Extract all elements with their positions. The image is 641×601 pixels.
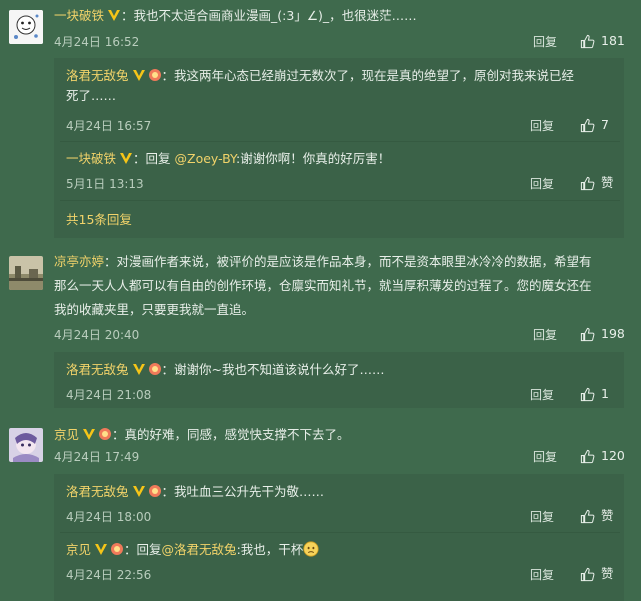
like-count: 198 (601, 326, 625, 341)
thumbs-up-icon (580, 34, 595, 49)
reply-button[interactable]: 回复 (530, 567, 554, 583)
vip-v-icon (132, 68, 146, 82)
timestamp: 4月24日 21:08 (66, 388, 152, 402)
reply-text: 谢谢你~我也不知道该说什么好了…… (174, 362, 385, 377)
fan-badge-icon (148, 68, 162, 82)
thumbs-up-icon (580, 118, 595, 133)
like-button[interactable]: 赞 (580, 508, 614, 524)
username[interactable]: 京见 (54, 427, 79, 442)
like-count: 1 (601, 386, 609, 401)
vip-v-icon (132, 484, 146, 498)
timestamp: 4月24日 22:56 (66, 568, 152, 582)
comment-body: 京见 ：真的好难，同感，感觉快支撑不下去了。 (54, 427, 350, 442)
reply-text-continued: 死了…… (66, 88, 117, 103)
thumbs-up-icon (580, 449, 595, 464)
timestamp: 4月24日 16:57 (66, 119, 152, 133)
comment-text-continued: 我的收藏夹里，只要更我就一直追。 (54, 302, 255, 317)
reply-button[interactable]: 回复 (533, 34, 557, 50)
comment-body: 一块破铁 ：我也不太适合画商业漫画_(:3」∠)_，也很迷茫…… (54, 8, 417, 23)
mention-link[interactable]: @洛君无敌兔 (162, 542, 237, 557)
like-count: 7 (601, 117, 609, 132)
username[interactable]: 洛君无敌兔 (66, 68, 129, 83)
like-label: 赞 (601, 566, 614, 581)
timestamp: 4月24日 18:00 (66, 510, 152, 524)
reply-button[interactable]: 回复 (530, 387, 554, 403)
username[interactable]: 洛君无敌兔 (66, 484, 129, 499)
sad-face-emoji (303, 541, 319, 557)
like-button[interactable]: 赞 (580, 175, 614, 191)
like-count: 181 (601, 33, 625, 48)
reply-button[interactable]: 回复 (530, 509, 554, 525)
timestamp: 5月1日 13:13 (66, 177, 144, 191)
avatar[interactable] (9, 10, 43, 44)
username[interactable]: 一块破铁 (54, 8, 104, 23)
avatar[interactable] (9, 256, 43, 290)
reply-body: 京见 ：回复@洛君无敌兔:我也，干杯 (66, 540, 319, 560)
reply-text: :我也，干杯 (236, 542, 304, 557)
reply-button[interactable]: 回复 (530, 118, 554, 134)
avatar[interactable] (9, 428, 43, 462)
comment-body: 凉亭亦婷：对漫画作者来说，被评价的是应该是作品本身，而不是资本眼里冰冷冷的数据，… (54, 254, 592, 269)
username[interactable]: 京见 (66, 542, 91, 557)
comment-text: 对漫画作者来说，被评价的是应该是作品本身，而不是资本眼里冰冷冷的数据，希望有 (116, 254, 592, 269)
vip-v-icon (119, 151, 133, 165)
thumbs-up-icon (580, 567, 595, 582)
fan-badge-icon (98, 427, 112, 441)
reply-text: 我这两年心态已经崩过无数次了，现在是真的绝望了，原创对我来说已经 (174, 68, 575, 83)
like-button[interactable]: 1 (580, 386, 609, 402)
like-button[interactable]: 181 (580, 33, 625, 49)
username[interactable]: 凉亭亦婷 (54, 254, 104, 269)
like-button[interactable]: 赞 (580, 566, 614, 582)
reply-body: 一块破铁 ：回复 @Zoey-BY:谢谢你啊！你真的好厉害！ (66, 151, 391, 166)
reply-button[interactable]: 回复 (533, 327, 557, 343)
fan-badge-icon (110, 542, 124, 556)
timestamp: 4月24日 17:49 (54, 450, 140, 464)
divider (60, 200, 620, 201)
divider (60, 532, 620, 533)
username[interactable]: 洛君无敌兔 (66, 362, 129, 377)
thumbs-up-icon (580, 327, 595, 342)
like-button[interactable]: 120 (580, 448, 625, 464)
vip-v-icon (107, 8, 121, 22)
like-button[interactable]: 7 (580, 117, 609, 133)
divider (60, 141, 620, 142)
reply-body: 洛君无敌兔 ：谢谢你~我也不知道该说什么好了…… (66, 362, 385, 377)
like-button[interactable]: 198 (580, 326, 625, 342)
username[interactable]: 一块破铁 (66, 151, 116, 166)
vip-v-icon (132, 362, 146, 376)
thumbs-up-icon (580, 176, 595, 191)
reply-button[interactable]: 回复 (530, 176, 554, 192)
mention-link[interactable]: @Zoey-BY (175, 151, 237, 166)
reply-body: 洛君无敌兔 ：我这两年心态已经崩过无数次了，现在是真的绝望了，原创对我来说已经 (66, 68, 575, 83)
comment-text-continued: 那么一天人人都可以有自由的创作环境，仓廪实而知礼节，就当厚积薄发的过程了。您的魔… (54, 278, 592, 293)
vip-v-icon (94, 542, 108, 556)
reply-body: 洛君无敌兔 ：我吐血三公升先干为敬…… (66, 484, 325, 499)
fan-badge-icon (148, 362, 162, 376)
like-label: 赞 (601, 175, 614, 190)
reply-button[interactable]: 回复 (533, 449, 557, 465)
thumbs-up-icon (580, 509, 595, 524)
reply-text: :谢谢你啊！你真的好厉害！ (236, 151, 391, 166)
comment-text: 真的好难，同感，感觉快支撑不下去了。 (124, 427, 350, 442)
vip-v-icon (82, 427, 96, 441)
like-count: 120 (601, 448, 625, 463)
fan-badge-icon (148, 484, 162, 498)
timestamp: 4月24日 20:40 (54, 328, 140, 342)
timestamp: 4月24日 16:52 (54, 35, 140, 49)
comment-text: 我也不太适合画商业漫画_(:3」∠)_，也很迷茫…… (133, 8, 417, 23)
reply-text: 我吐血三公升先干为敬…… (174, 484, 325, 499)
more-replies-link[interactable]: 共15条回复 (66, 211, 132, 229)
like-label: 赞 (601, 508, 614, 523)
thumbs-up-icon (580, 387, 595, 402)
